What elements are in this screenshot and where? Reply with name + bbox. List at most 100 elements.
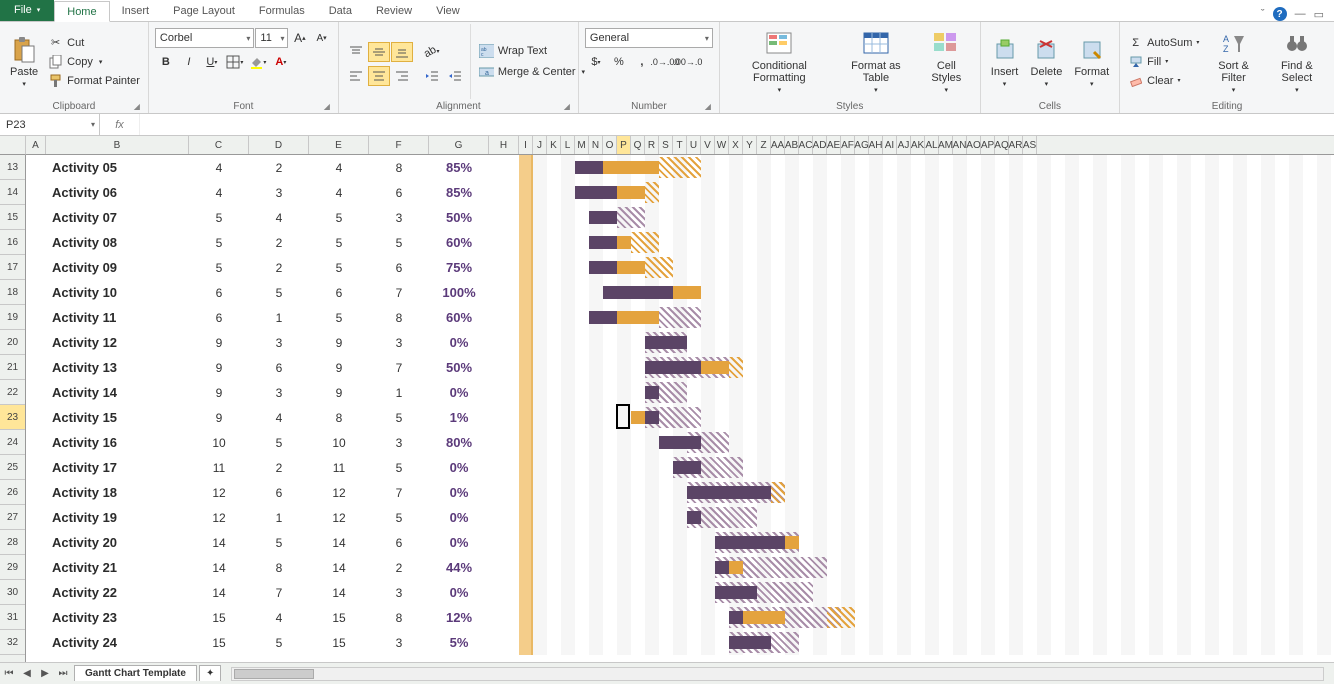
cell[interactable]: 12 — [309, 505, 369, 530]
cell[interactable]: Activity 24 — [46, 630, 189, 655]
find-select-button[interactable]: Find & Select▾ — [1266, 24, 1328, 99]
column-header[interactable]: S — [659, 136, 673, 154]
cell[interactable]: 2 — [249, 455, 309, 480]
cell[interactable]: 15 — [309, 630, 369, 655]
cell[interactable]: 3 — [249, 330, 309, 355]
column-header[interactable]: AI — [883, 136, 897, 154]
cell[interactable]: 8 — [369, 155, 429, 180]
column-header[interactable]: F — [369, 136, 429, 154]
paste-button[interactable]: Paste ▾ — [6, 24, 42, 99]
column-header[interactable]: AC — [799, 136, 813, 154]
column-header[interactable]: K — [547, 136, 561, 154]
increase-indent-button[interactable] — [444, 66, 466, 86]
cell[interactable]: Activity 23 — [46, 605, 189, 630]
cell[interactable]: 4 — [189, 155, 249, 180]
window-restore-icon[interactable]: ▭ — [1314, 8, 1324, 21]
cell[interactable]: 9 — [309, 380, 369, 405]
tab-formulas[interactable]: Formulas — [247, 0, 317, 21]
window-minimize-icon[interactable]: — — [1295, 8, 1306, 20]
cell[interactable]: 10 — [189, 430, 249, 455]
column-header[interactable]: U — [687, 136, 701, 154]
row-header[interactable]: 26 — [0, 480, 25, 505]
cell[interactable]: 11 — [309, 455, 369, 480]
cell[interactable] — [489, 430, 519, 455]
merge-center-button[interactable]: aMerge & Center▾ — [477, 64, 587, 81]
cell[interactable]: 5 — [309, 205, 369, 230]
format-painter-button[interactable]: Format Painter — [46, 72, 142, 89]
cell[interactable]: 0% — [429, 480, 489, 505]
cell[interactable]: Activity 22 — [46, 580, 189, 605]
cell[interactable]: 80% — [429, 430, 489, 455]
cell[interactable]: 7 — [369, 280, 429, 305]
cell[interactable]: Activity 13 — [46, 355, 189, 380]
cell[interactable] — [26, 505, 46, 530]
help-icon[interactable]: ? — [1273, 7, 1287, 21]
sheet-nav-next[interactable]: ▶ — [36, 665, 54, 683]
cell[interactable]: 6 — [249, 480, 309, 505]
font-size-select[interactable]: 11 — [255, 28, 288, 48]
cell[interactable]: Activity 14 — [46, 380, 189, 405]
cell[interactable] — [26, 580, 46, 605]
column-header[interactable]: AM — [939, 136, 953, 154]
cell[interactable]: 5 — [309, 230, 369, 255]
cell[interactable]: 5 — [189, 230, 249, 255]
sort-filter-button[interactable]: AZSort & Filter▾ — [1205, 24, 1261, 99]
cell[interactable]: 5 — [369, 405, 429, 430]
number-format-select[interactable]: General — [585, 28, 713, 48]
align-center-button[interactable] — [368, 66, 390, 86]
cell[interactable]: Activity 12 — [46, 330, 189, 355]
cell[interactable] — [26, 355, 46, 380]
tab-view[interactable]: View — [424, 0, 472, 21]
cell[interactable] — [489, 380, 519, 405]
sheet-nav-last[interactable]: ⏭ — [54, 665, 72, 683]
cell[interactable]: 0% — [429, 330, 489, 355]
align-right-button[interactable] — [391, 66, 413, 86]
cell[interactable]: 2 — [249, 230, 309, 255]
cell[interactable]: Activity 08 — [46, 230, 189, 255]
cell[interactable]: 3 — [249, 180, 309, 205]
row-header[interactable]: 27 — [0, 505, 25, 530]
cell[interactable]: 8 — [309, 405, 369, 430]
cell[interactable]: 3 — [369, 205, 429, 230]
cell[interactable]: Activity 07 — [46, 205, 189, 230]
cell[interactable]: 5 — [189, 255, 249, 280]
cell[interactable]: 14 — [189, 555, 249, 580]
column-header[interactable]: N — [589, 136, 603, 154]
align-middle-button[interactable] — [368, 42, 390, 62]
row-header[interactable]: 21 — [0, 355, 25, 380]
cell[interactable] — [26, 380, 46, 405]
column-header[interactable]: W — [715, 136, 729, 154]
column-header[interactable]: V — [701, 136, 715, 154]
cell[interactable]: Activity 16 — [46, 430, 189, 455]
cell[interactable]: 0% — [429, 505, 489, 530]
sheet-nav-prev[interactable]: ◀ — [18, 665, 36, 683]
cell[interactable]: 11 — [189, 455, 249, 480]
cell[interactable]: 3 — [369, 430, 429, 455]
cell[interactable]: 15 — [189, 630, 249, 655]
format-cells-button[interactable]: Format▾ — [1070, 24, 1113, 99]
tab-insert[interactable]: Insert — [110, 0, 162, 21]
conditional-formatting-button[interactable]: Conditional Formatting▾ — [726, 24, 833, 99]
cell[interactable] — [489, 155, 519, 180]
cell[interactable]: 60% — [429, 305, 489, 330]
cell[interactable]: 15 — [189, 605, 249, 630]
cell[interactable]: 2 — [249, 155, 309, 180]
row-header[interactable]: 31 — [0, 605, 25, 630]
column-header[interactable]: D — [249, 136, 309, 154]
font-color-button[interactable]: A▾ — [270, 52, 292, 72]
cell[interactable]: 50% — [429, 355, 489, 380]
cell[interactable]: 6 — [369, 180, 429, 205]
decrease-font-button[interactable]: A▾ — [311, 28, 332, 48]
align-bottom-button[interactable] — [391, 42, 413, 62]
cell[interactable] — [26, 205, 46, 230]
cell[interactable] — [489, 455, 519, 480]
row-header[interactable]: 17 — [0, 255, 25, 280]
cell[interactable]: 9 — [189, 380, 249, 405]
increase-font-button[interactable]: A▴ — [289, 28, 310, 48]
cell[interactable] — [489, 605, 519, 630]
decrease-indent-button[interactable] — [421, 66, 443, 86]
cell[interactable]: Activity 11 — [46, 305, 189, 330]
row-header[interactable]: 23 — [0, 405, 25, 430]
insert-cells-button[interactable]: Insert▾ — [987, 24, 1023, 99]
cell[interactable] — [26, 530, 46, 555]
